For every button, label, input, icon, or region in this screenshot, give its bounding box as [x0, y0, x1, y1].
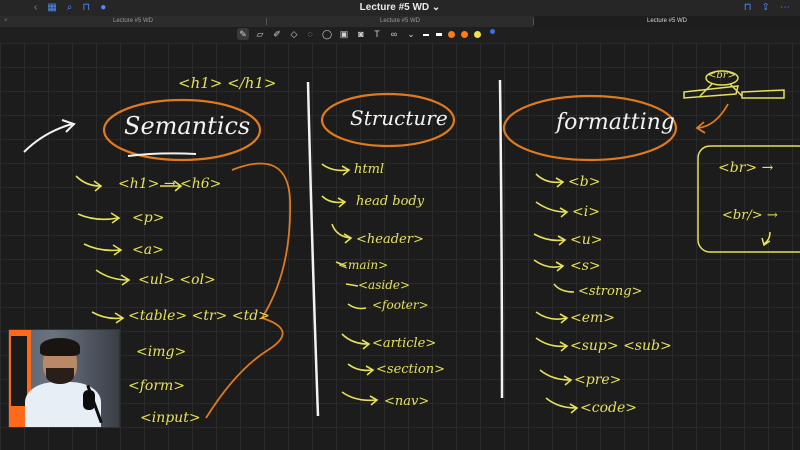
ink-strokes: [23, 70, 800, 419]
formatting-heading: formatting: [556, 110, 675, 135]
structure-item: <aside>: [358, 278, 411, 292]
formatting-item: <em>: [570, 310, 616, 326]
br-line-1: <br> →: [718, 160, 774, 176]
structure-item: head body: [356, 194, 425, 209]
structure-item: html: [354, 162, 385, 177]
semantics-arrows: [75, 175, 183, 324]
semantics-item: <input>: [140, 410, 201, 426]
formatting-item: <s>: [570, 258, 601, 274]
h1-tags-label: <h1> </h1>: [178, 74, 277, 92]
structure-item: <header>: [356, 232, 424, 247]
formatting-item: <b>: [568, 174, 601, 190]
semantics-item: <p>: [132, 210, 165, 226]
semantics-item: <ul> <ol>: [138, 272, 216, 288]
webcam-overlay: [8, 329, 120, 428]
br-line-2: <br/> →: [722, 208, 778, 223]
divider-line-1: [306, 81, 320, 417]
formatting-item: <strong>: [578, 284, 643, 299]
structure-heading: Structure: [350, 106, 448, 130]
formatting-arrows: [533, 173, 579, 414]
structure-item: <footer>: [372, 298, 429, 312]
br-orange-arrow: [695, 103, 729, 134]
microphone-icon: [83, 390, 95, 410]
semantics-item: <a>: [132, 242, 164, 258]
divider-line-2: [498, 79, 504, 399]
semantics-item: <h1> → <h6>: [118, 176, 222, 192]
structure-item: <main>: [338, 258, 389, 272]
semantics-heading: Semantics: [124, 112, 251, 140]
formatting-item: <i>: [572, 204, 600, 220]
formatting-item: <sup> <sub>: [570, 338, 672, 354]
orange-connector: [205, 162, 292, 419]
semantics-item: <table> <tr> <td>: [128, 308, 270, 324]
br-top-label: <br>: [708, 70, 736, 81]
formatting-item: <code>: [580, 400, 637, 416]
arrow-stroke: [23, 119, 76, 153]
semantics-item: <img>: [136, 344, 187, 360]
formatting-item: <u>: [570, 232, 603, 248]
semantics-item: <form>: [128, 378, 186, 394]
structure-item: <article>: [372, 336, 437, 351]
formatting-item: <pre>: [574, 372, 622, 388]
structure-item: <section>: [376, 362, 446, 377]
structure-item: <nav>: [384, 394, 430, 409]
